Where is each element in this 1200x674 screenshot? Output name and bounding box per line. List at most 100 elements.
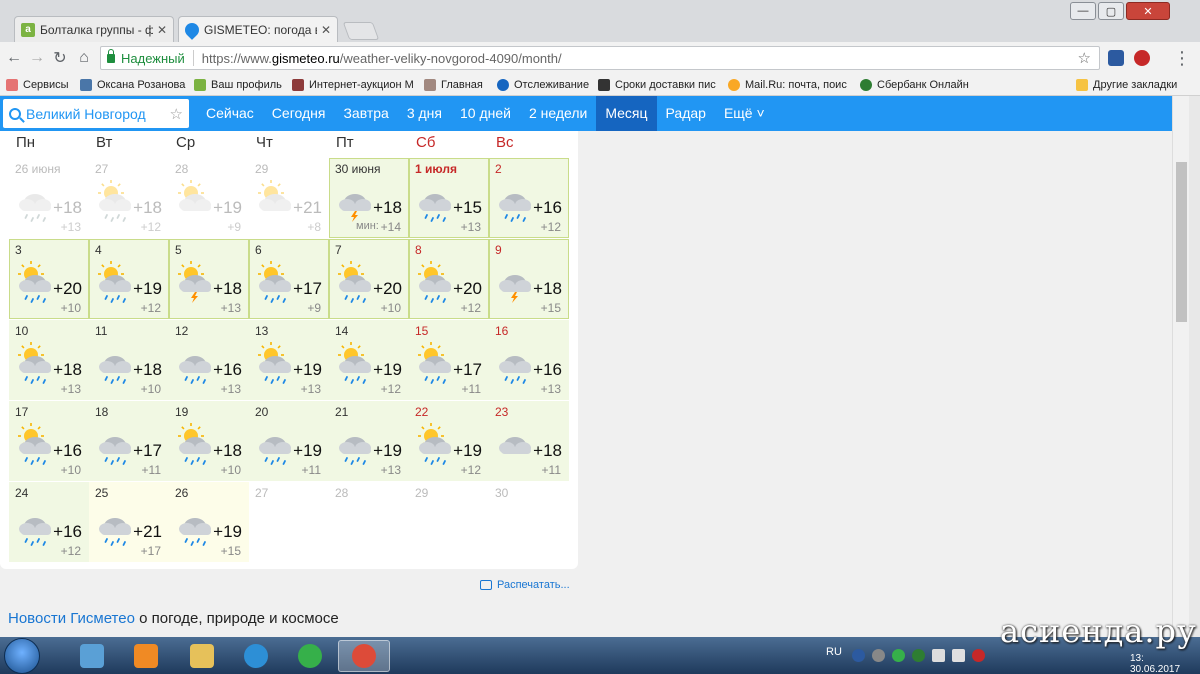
day-cell[interactable]: 14 +19 +12 <box>329 320 409 400</box>
bookmark-services[interactable]: Сервисы <box>6 77 69 93</box>
page-scrollbar[interactable] <box>1172 96 1189 636</box>
day-cell[interactable]: 6 +17 +9 <box>249 239 329 319</box>
day-cell[interactable]: 3 +20 +10 <box>9 239 89 319</box>
bookmark-other[interactable]: Другие закладки <box>1076 77 1177 93</box>
day-cell[interactable]: 26 +19 +15 <box>169 482 249 562</box>
news-link[interactable]: Новости Гисметео <box>8 610 135 627</box>
adblock-extension-icon[interactable] <box>1134 50 1150 66</box>
clock[interactable]: 13: 30.06.2017 <box>1130 653 1180 674</box>
bookmark-vk[interactable]: Оксана Розанова <box>80 77 185 93</box>
taskbar-folder-app[interactable] <box>176 640 228 672</box>
antivirus-tray-icon[interactable] <box>972 649 985 662</box>
day-cell[interactable]: 15 +17 +11 <box>409 320 489 400</box>
weekday-header: Сб <box>416 134 436 151</box>
reload-icon[interactable]: ↻ <box>50 48 70 68</box>
menu-dots-icon[interactable]: ⋮ <box>1172 48 1192 68</box>
forward-arrow-icon[interactable]: → <box>27 48 47 68</box>
nav-tab-2[interactable]: Завтра <box>334 96 397 131</box>
bookmark-star-icon[interactable]: ☆ <box>1078 49 1091 67</box>
nav-tab-0[interactable]: Сейчас <box>197 96 263 131</box>
day-cell[interactable]: 29 +21 +8 <box>249 158 329 238</box>
print-link[interactable]: Распечатать... <box>480 579 570 591</box>
avatar-icon <box>424 79 436 91</box>
browser-toolbar: ← → ↻ ⌂ Надежный https://www. gismeteo.ru… <box>0 42 1200 74</box>
day-cell[interactable]: 23 +18 +11 <box>489 401 569 481</box>
language-indicator[interactable]: RU <box>826 646 842 658</box>
day-cell[interactable]: 27 +18 +12 <box>89 158 169 238</box>
day-cell[interactable]: 7 +20 +10 <box>329 239 409 319</box>
taskbar-mailru-agent-app[interactable] <box>284 640 336 672</box>
minimize-button[interactable]: — <box>1070 2 1096 20</box>
day-cell[interactable]: 4 +19 +12 <box>89 239 169 319</box>
nav-tab-1[interactable]: Сегодня <box>263 96 335 131</box>
whatsapp-tray-icon[interactable] <box>912 649 925 662</box>
bookmark-tracking[interactable]: Отслеживание <box>497 77 589 93</box>
close-window-button[interactable]: ✕ <box>1126 2 1170 20</box>
max-temp: +18 <box>133 198 162 217</box>
day-cell[interactable]: 13 +19 +13 <box>249 320 329 400</box>
day-cell[interactable]: 24 +16 +12 <box>9 482 89 562</box>
favorite-star-icon[interactable]: ☆ <box>170 105 183 123</box>
day-cell[interactable]: 17 +16 +10 <box>9 401 89 481</box>
day-cell[interactable]: 20 +19 +11 <box>249 401 329 481</box>
day-cell[interactable]: 19 +18 +10 <box>169 401 249 481</box>
day-cell[interactable]: 11 +18 +10 <box>89 320 169 400</box>
flag-tray-icon[interactable] <box>932 649 945 662</box>
max-temp: +21 <box>293 198 322 217</box>
day-cell[interactable]: 30 июня +18 мин: +14 <box>329 158 409 238</box>
taskbar-ie-app[interactable] <box>230 640 282 672</box>
day-cell[interactable]: 12 +16 +13 <box>169 320 249 400</box>
taskbar-media-app[interactable] <box>120 640 172 672</box>
city-search[interactable]: Великий Новгород ☆ <box>3 99 189 128</box>
browser-tab-forum[interactable]: a Болталка группы - фор ✕ <box>14 16 174 42</box>
day-cell[interactable]: 16 +16 +13 <box>489 320 569 400</box>
nav-tab-3[interactable]: 3 дня <box>398 96 451 131</box>
restore-button[interactable]: ▢ <box>1098 2 1124 20</box>
day-cell[interactable]: 2 +16 +12 <box>489 158 569 238</box>
nav-tab-5[interactable]: 2 недели <box>520 96 596 131</box>
day-cell[interactable]: 28 +19 +9 <box>169 158 249 238</box>
day-date: 26 <box>175 486 189 500</box>
nav-tab-7[interactable]: Радар <box>657 96 715 131</box>
day-cell[interactable]: 26 июня +18 +13 <box>9 158 89 238</box>
weather-cloud-icon <box>493 423 537 465</box>
nav-tab-4[interactable]: 10 дней <box>451 96 520 131</box>
min-temp: +10 <box>60 463 81 477</box>
nav-tab-8[interactable]: Ещё ˅ <box>715 96 774 131</box>
new-tab-button[interactable] <box>342 22 380 40</box>
start-button[interactable] <box>4 638 40 674</box>
day-cell[interactable]: 8 +20 +12 <box>409 239 489 319</box>
day-cell[interactable]: 10 +18 +13 <box>9 320 89 400</box>
taskbar-explorer-app[interactable] <box>66 640 118 672</box>
day-cell[interactable]: 1 июля +15 +13 <box>409 158 489 238</box>
back-arrow-icon[interactable]: ← <box>4 48 24 68</box>
bookmark-auction[interactable]: Интернет-аукцион М <box>292 77 414 93</box>
address-bar[interactable]: Надежный https://www. gismeteo.ru/weather… <box>100 46 1100 70</box>
scrollbar-thumb[interactable] <box>1176 162 1187 322</box>
day-cell[interactable]: 9 +18 +15 <box>489 239 569 319</box>
day-cell[interactable]: 5 +18 +13 <box>169 239 249 319</box>
help-tray-icon[interactable] <box>852 649 865 662</box>
weather-cloud-rain-icon <box>173 504 217 546</box>
close-tab-icon[interactable]: ✕ <box>321 23 331 37</box>
day-cell[interactable]: 22 +19 +12 <box>409 401 489 481</box>
tray-icon[interactable] <box>872 649 885 662</box>
nav-tab-6[interactable]: Месяц <box>596 96 657 131</box>
day-cell[interactable]: 18 +17 +11 <box>89 401 169 481</box>
action-center-icon[interactable] <box>952 649 965 662</box>
close-tab-icon[interactable]: ✕ <box>157 23 167 37</box>
day-cell[interactable]: 21 +19 +13 <box>329 401 409 481</box>
taskbar-chrome-app[interactable] <box>338 640 390 672</box>
shield-extension-icon[interactable] <box>1108 50 1124 66</box>
bookmark-sberbank[interactable]: Сбербанк Онлайн <box>860 77 969 93</box>
bookmark-main[interactable]: Главная <box>424 77 483 93</box>
weather-cloud-storm-icon <box>493 261 537 303</box>
home-icon[interactable]: ⌂ <box>74 48 94 68</box>
skype-tray-icon[interactable] <box>892 649 905 662</box>
bookmark-delivery[interactable]: Сроки доставки пис <box>598 77 716 93</box>
bookmark-mailru[interactable]: Mail.Ru: почта, поис <box>728 77 847 93</box>
day-cell[interactable]: 25 +21 +17 <box>89 482 169 562</box>
bookmark-profile[interactable]: Ваш профиль <box>194 77 282 93</box>
max-temp: +19 <box>373 360 402 379</box>
browser-tab-gismeteo[interactable]: GISMETEO: погода в Ве ✕ <box>178 16 338 42</box>
